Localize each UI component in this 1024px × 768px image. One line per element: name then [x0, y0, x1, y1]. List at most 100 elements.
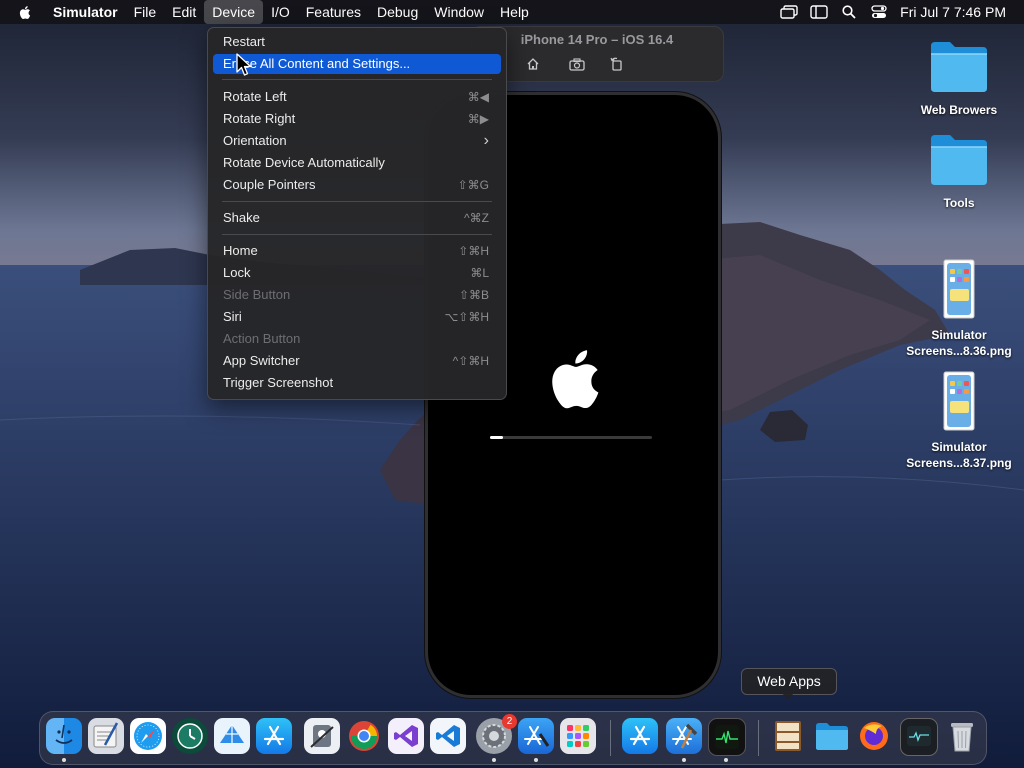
menu-device[interactable]: Device	[204, 0, 264, 24]
running-indicator	[492, 758, 496, 762]
dock-app-store[interactable]	[256, 718, 292, 754]
menu-item-rotate-right[interactable]: Rotate Right ⌘▶	[213, 109, 501, 129]
chrome-icon	[349, 721, 379, 751]
menu-item-restart[interactable]: Restart	[213, 32, 501, 52]
notification-badge: 2	[502, 714, 517, 729]
shortcut-label: ^⌘Z	[464, 211, 489, 225]
dock-archive-utility[interactable]	[770, 718, 806, 754]
dock-app-store-2[interactable]	[622, 718, 658, 754]
menu-item-erase-all-content[interactable]: Erase All Content and Settings...	[213, 54, 501, 74]
dock-visual-studio[interactable]	[388, 718, 424, 754]
menu-item-couple-pointers[interactable]: Couple Pointers ⇧⌘G	[213, 175, 501, 195]
menu-edit[interactable]: Edit	[164, 0, 204, 24]
shortcut-label: ⇧⌘B	[458, 288, 489, 302]
menu-item-orientation[interactable]: Orientation ›	[213, 131, 501, 151]
vscode-icon	[436, 725, 460, 747]
menu-window[interactable]: Window	[426, 0, 492, 24]
firefox-icon	[860, 722, 888, 750]
dock-network-radar[interactable]	[214, 718, 250, 754]
dock-console[interactable]	[900, 718, 938, 756]
menu-file[interactable]: File	[126, 0, 165, 24]
dock-finder[interactable]	[46, 718, 82, 754]
trash-icon	[951, 723, 973, 752]
simulator-window-titlebar: iPhone 14 Pro – iOS 16.4	[470, 26, 724, 82]
shortcut-label: ⌘▶	[467, 112, 489, 126]
desktop-file-screenshot-837[interactable]: Simulator Screens...8.37.png	[899, 371, 1019, 471]
app-store-icon	[263, 725, 285, 746]
menu-item-action-button: Action Button	[223, 331, 301, 346]
finder-icon	[55, 724, 73, 744]
app-store-icon	[629, 725, 651, 746]
menu-simulator[interactable]: Simulator	[45, 0, 126, 24]
desktop-icon-label: Web Browers	[920, 103, 998, 117]
spotlight-search-icon[interactable]	[834, 0, 864, 24]
menu-separator	[222, 79, 492, 80]
xcode-hammer-icon	[672, 723, 698, 749]
home-button-icon[interactable]	[524, 56, 542, 72]
menu-item-trigger-screenshot[interactable]: Trigger Screenshot	[213, 373, 501, 393]
menu-item-rotate-left[interactable]: Rotate Left ⌘◀	[213, 87, 501, 107]
activity-monitor-icon	[715, 725, 739, 749]
dock-tooltip-arrow	[782, 693, 794, 700]
menu-separator	[222, 234, 492, 235]
menu-item-home[interactable]: Home ⇧⌘H	[213, 241, 501, 261]
console-icon	[907, 726, 931, 746]
desktop-icon-label: Tools	[943, 196, 975, 210]
dock-divider	[758, 720, 759, 756]
desktop-file-screenshot-836[interactable]: Simulator Screens...8.36.png	[899, 259, 1019, 359]
running-indicator	[534, 758, 538, 762]
simulator-window-title: iPhone 14 Pro – iOS 16.4	[520, 32, 674, 47]
dock-chrome[interactable]	[346, 718, 382, 754]
menu-item-app-switcher[interactable]: App Switcher ^⇧⌘H	[213, 351, 501, 371]
safari-compass-icon	[134, 722, 162, 750]
rotate-device-icon[interactable]	[608, 56, 626, 72]
dock-activity-monitor[interactable]	[708, 718, 746, 756]
running-indicator	[62, 758, 66, 762]
menu-item-lock[interactable]: Lock ⌘L	[213, 263, 501, 283]
menu-debug[interactable]: Debug	[369, 0, 426, 24]
desktop-folder-web-browers[interactable]: Web Browers	[899, 38, 1019, 118]
archive-box-icon	[775, 721, 801, 751]
shortcut-label: ^⇧⌘H	[452, 354, 489, 368]
dock-system-preferences[interactable]: 2	[476, 714, 517, 754]
display-menu-icon[interactable]	[804, 0, 834, 24]
apple-boot-logo-icon	[552, 350, 599, 409]
dock-tooltip: Web Apps	[741, 668, 837, 695]
boot-progress-bar	[490, 436, 652, 439]
mouse-pointer-icon	[236, 53, 252, 76]
desktop-icon-label: Screens...8.37.png	[906, 456, 1012, 470]
dock-vscode[interactable]	[430, 718, 466, 754]
control-center-icon[interactable]	[864, 0, 894, 24]
menu-bar: Simulator File Edit Device I/O Features …	[0, 0, 1024, 24]
shortcut-label: ⌥⇧⌘H	[444, 310, 489, 324]
menu-help[interactable]: Help	[492, 0, 537, 24]
dock-script-editor[interactable]	[88, 718, 124, 754]
dock-launchpad[interactable]	[560, 718, 596, 754]
dock-safari[interactable]	[130, 718, 166, 754]
screenshot-camera-icon[interactable]	[568, 56, 586, 72]
menu-item-rotate-automatically[interactable]: Rotate Device Automatically	[213, 153, 501, 173]
screenshot-file-icon	[943, 371, 975, 431]
menu-io[interactable]: I/O	[263, 0, 298, 24]
time-machine-clock-icon	[177, 723, 203, 749]
screen-mirroring-icon[interactable]	[774, 0, 804, 24]
menu-item-siri[interactable]: Siri ⌥⇧⌘H	[213, 307, 501, 327]
desktop-icon-label: Simulator	[931, 440, 987, 454]
menu-bar-clock[interactable]: Fri Jul 7 7:46 PM	[894, 0, 1024, 24]
dock-folder[interactable]	[814, 718, 850, 754]
menu-item-shake[interactable]: Shake ^⌘Z	[213, 208, 501, 228]
dock-time-machine[interactable]	[172, 718, 208, 754]
apple-menu[interactable]	[0, 0, 45, 24]
dock-trash[interactable]	[944, 718, 980, 754]
instruments-icon	[524, 726, 550, 747]
dock-xcode[interactable]	[666, 718, 702, 754]
menu-features[interactable]: Features	[298, 0, 369, 24]
dock-firefox[interactable]	[856, 718, 892, 754]
dock: 2	[39, 711, 987, 765]
shortcut-label: ⇧⌘G	[457, 178, 489, 192]
desktop-folder-tools[interactable]: Tools	[899, 131, 1019, 211]
dock-instruments[interactable]	[518, 718, 554, 754]
shortcut-label: ⌘L	[470, 266, 489, 280]
chevron-right-icon: ›	[483, 132, 489, 149]
dock-system-information[interactable]	[304, 718, 340, 754]
